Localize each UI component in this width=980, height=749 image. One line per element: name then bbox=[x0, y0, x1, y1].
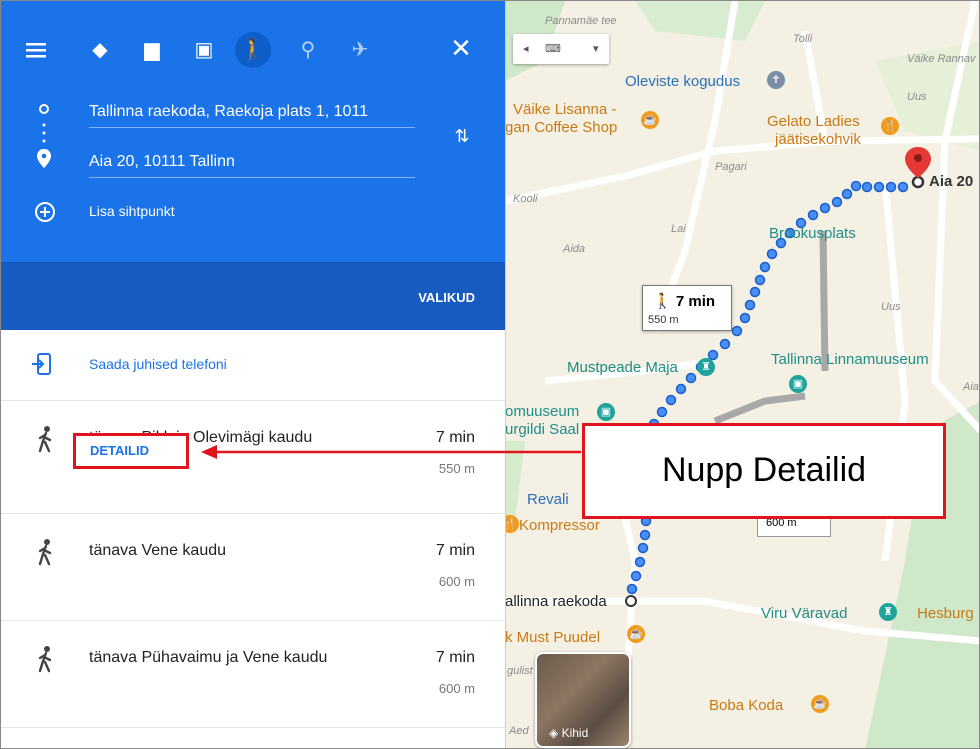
walk-icon[interactable]: 🚶 bbox=[235, 32, 271, 68]
close-icon[interactable]: ✕ bbox=[448, 35, 474, 61]
cafe-icon[interactable]: ☕ bbox=[641, 111, 659, 129]
poi-label[interactable]: omuuseum bbox=[505, 403, 579, 420]
poi-label[interactable]: Tallinna Linnamuuseum bbox=[771, 351, 929, 368]
add-circle-icon[interactable] bbox=[33, 200, 57, 224]
poi-label[interactable]: Kompressor bbox=[519, 517, 600, 534]
street-label: Pannamäe tee bbox=[545, 15, 617, 27]
add-destination-link[interactable]: Lisa sihtpunkt bbox=[89, 203, 175, 219]
details-button[interactable]: DETAILID bbox=[73, 433, 189, 469]
bubble-time: 7 min bbox=[675, 293, 716, 310]
layers-icon: ◈ bbox=[549, 726, 559, 740]
caret-left-icon: ◂ bbox=[523, 43, 529, 55]
best-route-icon[interactable]: ◆ bbox=[85, 35, 115, 65]
car-icon[interactable]: ▆ bbox=[137, 35, 167, 65]
route-connector-icon bbox=[37, 104, 51, 168]
send-to-phone-label[interactable]: Saada juhised telefoni bbox=[89, 356, 227, 372]
food-icon[interactable]: 🍴 bbox=[881, 117, 899, 135]
cafe-icon[interactable]: ☕ bbox=[627, 625, 645, 643]
poi-label[interactable]: Viru Väravad bbox=[761, 605, 847, 622]
route-time: 7 min bbox=[435, 649, 475, 666]
street-label: Väike Rannav bbox=[907, 53, 976, 65]
museum-icon[interactable]: ▣ bbox=[789, 375, 807, 393]
send-to-phone-icon bbox=[32, 353, 51, 375]
route-option[interactable]: tänava Vene kaudu 7 min 600 m bbox=[1, 514, 505, 621]
landmark-icon[interactable]: ♜ bbox=[879, 603, 897, 621]
poi-label[interactable]: gan Coffee Shop bbox=[505, 119, 617, 136]
layers-label: Kihid bbox=[561, 726, 589, 740]
directions-header: ◆ ▆ ▣ 🚶 ⚲ ✈ ✕ Tallinna raekoda, Raekoja … bbox=[1, 1, 505, 330]
route-distance: 600 m bbox=[438, 574, 475, 589]
options-button[interactable]: VALIKUD bbox=[418, 290, 475, 305]
route-via: tänava Vene kaudu bbox=[89, 542, 227, 559]
keyboard-icon: ⌨ bbox=[545, 43, 561, 55]
route-time-bubble[interactable]: 🚶 7 min 550 m bbox=[642, 285, 732, 331]
route-time: 7 min bbox=[435, 542, 475, 559]
route-start-marker bbox=[625, 595, 637, 607]
street-label: Aia bbox=[963, 381, 979, 393]
street-label: Pagari bbox=[715, 161, 747, 173]
poi-label[interactable]: k Must Puudel bbox=[505, 629, 600, 646]
annotation-callout: Nupp Detailid bbox=[582, 423, 946, 519]
route-option[interactable]: tänava Pühavaimu ja Vene kaudu 7 min 600… bbox=[1, 621, 505, 728]
street-label: Aida bbox=[563, 243, 586, 255]
transit-icon[interactable]: ▣ bbox=[189, 35, 219, 65]
destination-pin-icon bbox=[905, 147, 931, 178]
poi-label[interactable]: Gelato Ladies bbox=[767, 113, 860, 130]
route-time: 7 min bbox=[435, 429, 475, 446]
bike-icon[interactable]: ⚲ bbox=[293, 35, 323, 65]
poi-label[interactable]: Revali bbox=[527, 491, 569, 508]
layers-button[interactable]: ◈ Kihid bbox=[535, 652, 631, 748]
street-label: Kooli bbox=[513, 193, 538, 205]
map-input-tool[interactable]: ◂ ⌨ ▾ bbox=[513, 34, 609, 64]
map-view[interactable]: ◂ ⌨ ▾ Pannamäe tee Tolli Väike Rannav Uu… bbox=[505, 1, 979, 748]
origin-label: allinna raekoda bbox=[505, 593, 607, 610]
destination-label: Aia 20 bbox=[929, 173, 974, 190]
poi-label[interactable]: Boba Koda bbox=[709, 697, 783, 714]
poi-label[interactable]: urgildi Saal bbox=[505, 421, 579, 438]
menu-icon[interactable] bbox=[23, 37, 49, 63]
route-via: tänava Pühavaimu ja Vene kaudu bbox=[89, 649, 328, 666]
bubble-distance: 550 m bbox=[648, 314, 679, 326]
street-label: Aed bbox=[509, 725, 529, 737]
street-label: Uus bbox=[907, 91, 927, 103]
destination-input[interactable]: Aia 20, 10111 Tallinn bbox=[89, 149, 415, 178]
poi-label[interactable]: jäätisekohvik bbox=[775, 131, 861, 148]
poi-label[interactable]: Brookusplats bbox=[769, 225, 856, 242]
walk-icon bbox=[38, 426, 52, 453]
walk-icon bbox=[38, 646, 52, 673]
landmark-icon[interactable]: ♜ bbox=[697, 358, 715, 376]
screenshot-frame: ◂ ⌨ ▾ Pannamäe tee Tolli Väike Rannav Uu… bbox=[0, 0, 980, 749]
church-icon[interactable]: ✝ bbox=[767, 71, 785, 89]
poi-label[interactable]: Väike Lisanna - bbox=[513, 101, 616, 118]
walk-icon bbox=[38, 539, 52, 566]
directions-panel: ◆ ▆ ▣ 🚶 ⚲ ✈ ✕ Tallinna raekoda, Raekoja … bbox=[1, 1, 506, 748]
route-end-marker bbox=[911, 175, 925, 189]
chevron-down-icon: ▾ bbox=[593, 43, 599, 55]
route-distance: 600 m bbox=[438, 681, 475, 696]
flight-icon[interactable]: ✈ bbox=[345, 35, 375, 65]
send-to-phone-row[interactable]: Saada juhised telefoni bbox=[1, 330, 505, 401]
street-label: Uus bbox=[881, 301, 901, 313]
cafe-icon[interactable]: ☕ bbox=[811, 695, 829, 713]
walk-icon: 🚶 bbox=[653, 293, 672, 310]
museum-icon[interactable]: ▣ bbox=[597, 403, 615, 421]
street-label: Lai bbox=[671, 223, 686, 235]
poi-label[interactable]: Oleviste kogudus bbox=[625, 73, 740, 90]
street-label: gulist bbox=[507, 665, 533, 677]
travel-mode-bar: ◆ ▆ ▣ 🚶 ⚲ ✈ ✕ bbox=[1, 1, 505, 91]
options-bar: VALIKUD bbox=[1, 262, 505, 330]
route-distance: 550 m bbox=[438, 461, 475, 476]
poi-label[interactable]: Hesburg bbox=[917, 605, 974, 622]
swap-icon[interactable]: ⇅ bbox=[449, 123, 475, 149]
origin-input[interactable]: Tallinna raekoda, Raekoja plats 1, 1011 bbox=[89, 99, 415, 128]
street-label: Tolli bbox=[793, 33, 813, 45]
poi-label[interactable]: Mustpeade Maja bbox=[567, 359, 678, 376]
